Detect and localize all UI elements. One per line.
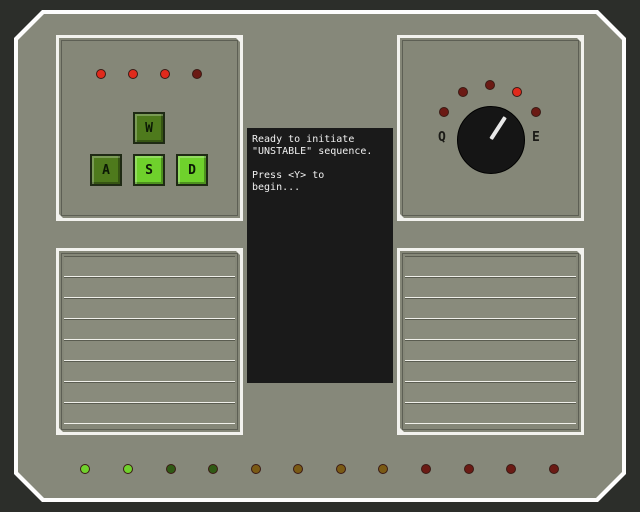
- knob-led-5: [531, 107, 541, 117]
- bottom-led-11: [506, 464, 516, 474]
- status-led-3: [160, 69, 170, 79]
- knob-left-label: Q: [438, 130, 446, 145]
- terminal-screen: Ready to initiate "UNSTABLE" sequence. P…: [247, 128, 393, 383]
- vent-module-left: [56, 248, 243, 435]
- screen-line: Ready to initiate: [252, 134, 355, 145]
- vent-slats-right: [405, 256, 576, 427]
- vent-module-right: [397, 248, 584, 435]
- bottom-led-1: [80, 464, 90, 474]
- key-s-button[interactable]: S: [133, 154, 165, 186]
- bottom-led-3: [166, 464, 176, 474]
- knob-led-2: [458, 87, 468, 97]
- knob-led-3: [485, 80, 495, 90]
- screen-line: "UNSTABLE" sequence.: [252, 146, 373, 157]
- screen-line: Press <Y> to: [252, 170, 325, 181]
- screen-line: begin...: [252, 182, 301, 193]
- bottom-led-5: [251, 464, 261, 474]
- knob-pointer: [489, 116, 507, 141]
- key-a-label: A: [102, 162, 110, 178]
- bottom-led-2: [123, 464, 133, 474]
- status-led-2: [128, 69, 138, 79]
- bottom-led-7: [336, 464, 346, 474]
- bottom-led-6: [293, 464, 303, 474]
- key-w-label: W: [145, 120, 153, 136]
- knob-led-1: [439, 107, 449, 117]
- key-a-button[interactable]: A: [90, 154, 122, 186]
- knob-right-label: E: [532, 130, 540, 145]
- bottom-led-4: [208, 464, 218, 474]
- bottom-led-12: [549, 464, 559, 474]
- knob-led-4: [512, 87, 522, 97]
- rotary-knob[interactable]: [457, 106, 525, 174]
- key-d-label: D: [188, 162, 196, 178]
- bottom-led-10: [464, 464, 474, 474]
- status-led-4: [192, 69, 202, 79]
- vent-slats-left: [64, 256, 235, 427]
- bottom-led-8: [378, 464, 388, 474]
- key-d-button[interactable]: D: [176, 154, 208, 186]
- status-led-1: [96, 69, 106, 79]
- bottom-led-9: [421, 464, 431, 474]
- key-s-label: S: [145, 162, 153, 178]
- key-w-button[interactable]: W: [133, 112, 165, 144]
